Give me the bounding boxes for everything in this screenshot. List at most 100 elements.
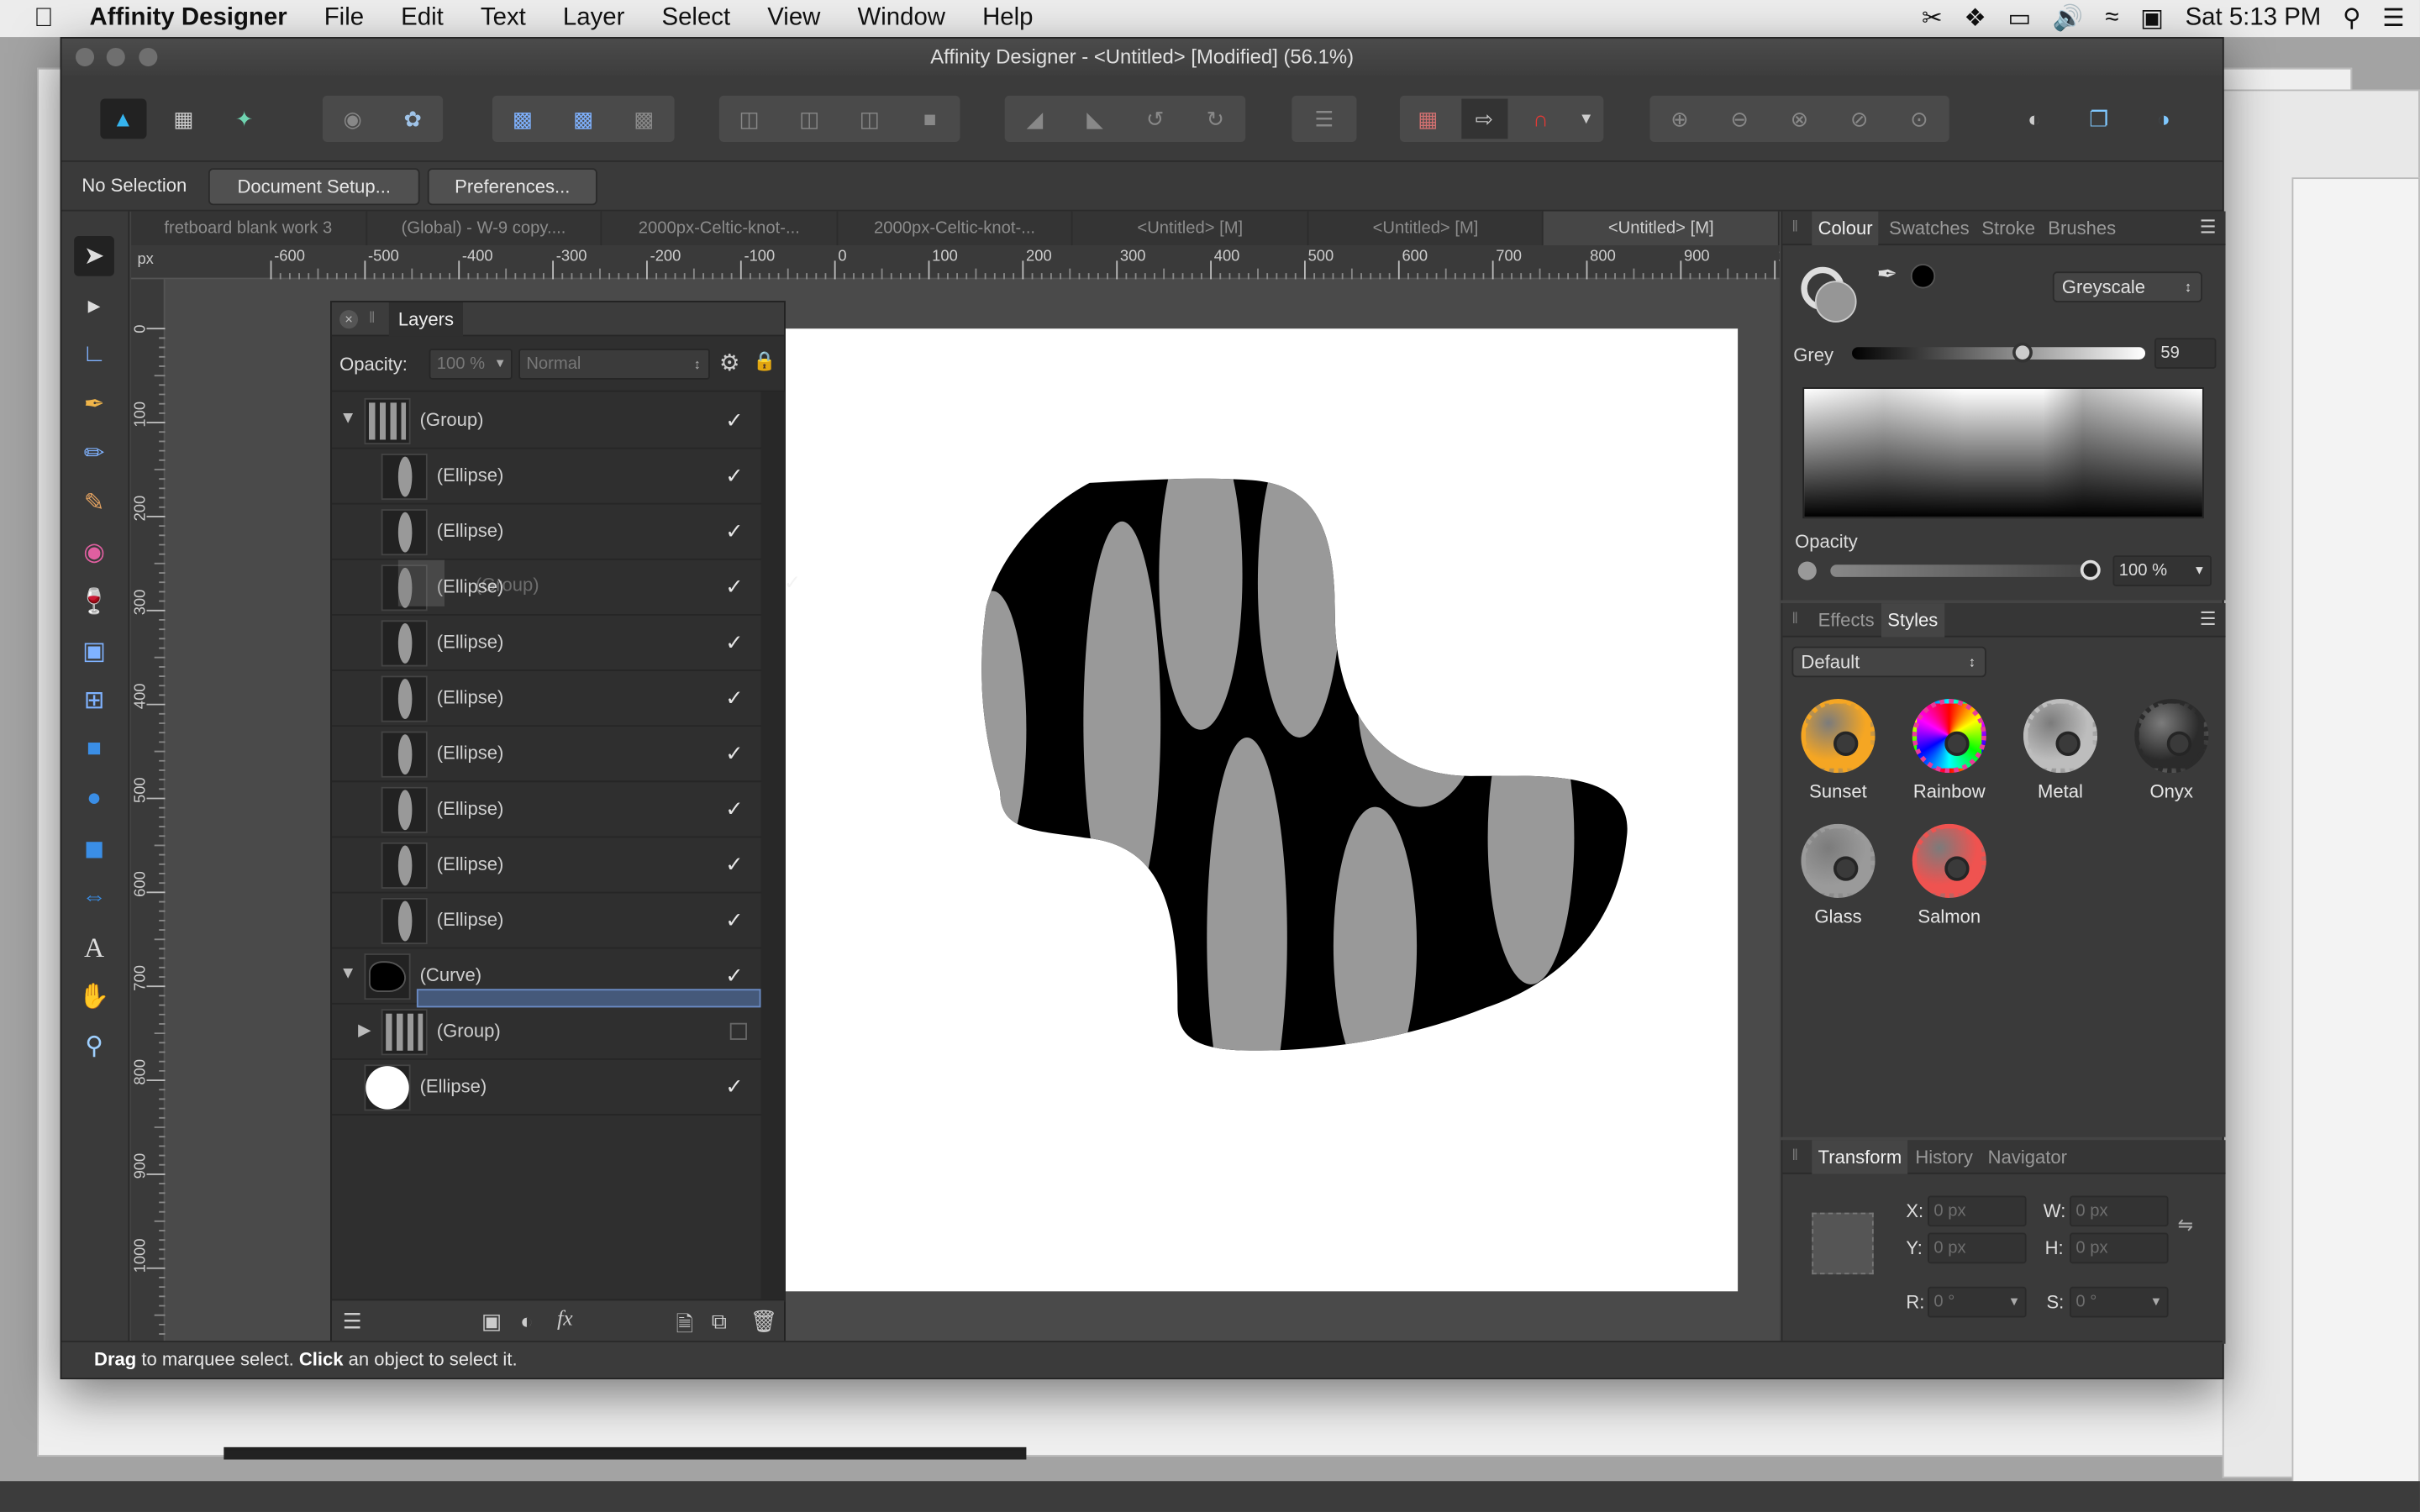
zoom-tool-icon[interactable]: ⚲ <box>74 1026 114 1066</box>
layer-row[interactable]: (Ellipse) ✓ <box>331 1060 761 1116</box>
align-icon[interactable]: ☰ <box>1301 99 1347 139</box>
ellipse-tool-icon[interactable]: ● <box>74 780 114 820</box>
menu-edit[interactable]: Edit <box>401 5 444 33</box>
panel-grip-icon[interactable]: ‖ <box>1791 611 1798 627</box>
menu-file[interactable]: File <box>324 5 364 33</box>
document-tab[interactable]: <Untitled> [M] <box>1073 211 1309 246</box>
gear-icon[interactable]: ⚙ <box>719 349 740 376</box>
menu-text[interactable]: Text <box>481 5 526 33</box>
menu-select[interactable]: Select <box>661 5 730 33</box>
layer-row[interactable]: (Ellipse) ✓ <box>331 449 761 505</box>
x-field[interactable]: 0 px <box>1928 1195 2027 1227</box>
layer-row[interactable]: (Ellipse) ✓ <box>331 505 761 560</box>
duplicate-layer-icon[interactable]: ⧉ <box>712 1309 727 1335</box>
wifi-icon[interactable]: ≈ <box>2105 5 2118 33</box>
pixel-snap-icon[interactable]: ◉ <box>329 99 376 139</box>
snap-options-icon[interactable]: ⇨ <box>1460 98 1507 139</box>
spotlight-search-icon[interactable]: ⚲ <box>2343 3 2361 34</box>
layer-row[interactable]: (Ellipse) ✓ <box>331 616 761 671</box>
layer-visibility-checkbox[interactable]: ✓ <box>725 518 744 544</box>
dropbox-icon[interactable]: ❖ <box>1964 3 1986 34</box>
layer-row[interactable]: (Ellipse) ✓ <box>331 893 761 949</box>
menu-layer[interactable]: Layer <box>563 5 625 33</box>
panel-menu-icon[interactable]: ☰ <box>2200 608 2217 630</box>
w-field[interactable]: 0 px <box>2070 1195 2169 1227</box>
flip-horizontal-icon[interactable]: ◢ <box>1012 99 1058 139</box>
current-colour-dot[interactable] <box>1910 264 1936 289</box>
style-preset[interactable]: Glass <box>1791 823 1884 927</box>
layer-visibility-checkbox[interactable]: ✓ <box>725 629 744 655</box>
pixel-persona-icon[interactable]: ▦ <box>160 99 207 139</box>
colour-spectrum[interactable] <box>1802 387 2204 519</box>
h-field[interactable]: 0 px <box>2070 1232 2169 1264</box>
lock-aspect-icon[interactable]: ⇋ <box>2178 1214 2193 1236</box>
artwork[interactable] <box>784 328 1738 1291</box>
tab-styles[interactable]: Styles <box>1881 603 1944 638</box>
document-tab[interactable]: <Untitled> [M] <box>1308 211 1544 246</box>
move-forward-icon[interactable]: ◫ <box>846 99 892 139</box>
layer-visibility-checkbox[interactable]: ✓ <box>725 963 744 989</box>
r-field[interactable]: 0 ° ▼ <box>1928 1286 2027 1318</box>
disclosure-open-icon[interactable]: ▼ <box>339 964 356 983</box>
layer-visibility-checkbox[interactable]: ✓ <box>725 741 744 767</box>
opacity-slider-handle[interactable] <box>2080 559 2101 580</box>
close-panel-icon[interactable]: × <box>339 310 359 329</box>
disclosure-closed-icon[interactable]: ▶ <box>358 1020 371 1040</box>
eyedropper-icon[interactable]: ✒ <box>1876 260 1897 291</box>
snapping-magnet-icon[interactable]: ∩ <box>1518 99 1564 139</box>
rectangle-tool-icon[interactable]: ■ <box>74 730 114 770</box>
volume-icon[interactable]: 🔊 <box>2053 3 2084 34</box>
style-category-select[interactable]: Default ↕ <box>1791 646 1986 678</box>
panel-grip-icon[interactable]: ‖ <box>369 310 376 327</box>
style-preset[interactable]: Sunset <box>1791 699 1884 802</box>
menu-help[interactable]: Help <box>982 5 1033 33</box>
crop-tool-icon[interactable]: ⊞ <box>74 680 114 721</box>
adjustment-icon[interactable]: ◐ <box>520 1309 534 1333</box>
panel-grip-icon[interactable]: ‖ <box>1791 219 1798 236</box>
export-persona-icon[interactable]: ✦ <box>221 99 267 139</box>
grey-slider[interactable] <box>1852 342 2146 363</box>
colour-mode-select[interactable]: Greyscale ↕ <box>2052 271 2202 302</box>
document-tab[interactable]: <Untitled> [M] <box>1544 211 1780 246</box>
panel-grip-icon[interactable]: ‖ <box>1791 1148 1798 1165</box>
tab-effects[interactable]: Effects <box>1812 603 1881 637</box>
snapping-dropdown-icon[interactable]: ▼ <box>1574 99 1598 139</box>
add-icon[interactable]: ⊕ <box>1656 99 1702 139</box>
panel-menu-icon[interactable]: ☰ <box>2200 216 2217 238</box>
layer-visibility-checkbox[interactable]: ✓ <box>725 852 744 878</box>
corner-tool-icon[interactable]: ∟ <box>74 335 114 375</box>
document-tab[interactable]: (Global) - W-9 copy.... <box>366 211 602 246</box>
style-preset[interactable]: Salmon <box>1903 823 1996 927</box>
layer-visibility-checkbox[interactable] <box>729 1022 747 1040</box>
layer-visibility-checkbox[interactable]: ✓ <box>725 407 744 433</box>
divide-icon[interactable]: ⊙ <box>1897 99 1943 139</box>
insert-behind-icon[interactable]: ◐ <box>2011 99 2057 139</box>
tab-colour[interactable]: Colour <box>1812 211 1879 246</box>
layers-stack-icon[interactable]: ☰ <box>343 1309 362 1335</box>
preferences-button[interactable]: Preferences... <box>427 168 597 206</box>
tab-stroke[interactable]: Stroke <box>1975 212 2041 245</box>
subtract-icon[interactable]: ⊖ <box>1717 99 1763 139</box>
assistant-icon[interactable]: ✿ <box>390 99 436 139</box>
tab-transform[interactable]: Transform <box>1812 1140 1908 1174</box>
artboard[interactable] <box>784 328 1739 1292</box>
style-preset[interactable]: Rainbow <box>1903 699 1996 802</box>
notification-center-icon[interactable]: ☰ <box>2382 3 2404 34</box>
battery-icon[interactable]: ▣ <box>2140 3 2164 34</box>
s-field[interactable]: 0 ° ▼ <box>2070 1286 2169 1318</box>
layer-visibility-checkbox[interactable]: ✓ <box>725 463 744 489</box>
pencil-tool-icon[interactable]: ✏ <box>74 433 114 474</box>
grey-slider-handle[interactable] <box>2012 342 2033 363</box>
intersect-icon[interactable]: ⊗ <box>1776 99 1823 139</box>
insert-top-icon[interactable]: ❐ <box>2075 99 2122 139</box>
opacity-slider[interactable] <box>1830 559 2101 580</box>
layer-visibility-checkbox[interactable]: ✓ <box>725 1074 744 1100</box>
anchor-point-selector[interactable] <box>1812 1212 1874 1275</box>
layer-visibility-checkbox[interactable]: ✓ <box>725 796 744 822</box>
shapes-tool-icon[interactable]: ⇔ <box>74 878 114 918</box>
view-mode-3-icon[interactable]: ▩ <box>621 99 667 139</box>
place-image-tool-icon[interactable]: ▣ <box>74 631 114 671</box>
fill-stroke-swatch[interactable] <box>1801 266 1857 323</box>
text-tool-icon[interactable]: A <box>74 927 114 968</box>
tab-swatches[interactable]: Swatches <box>1883 212 1975 245</box>
